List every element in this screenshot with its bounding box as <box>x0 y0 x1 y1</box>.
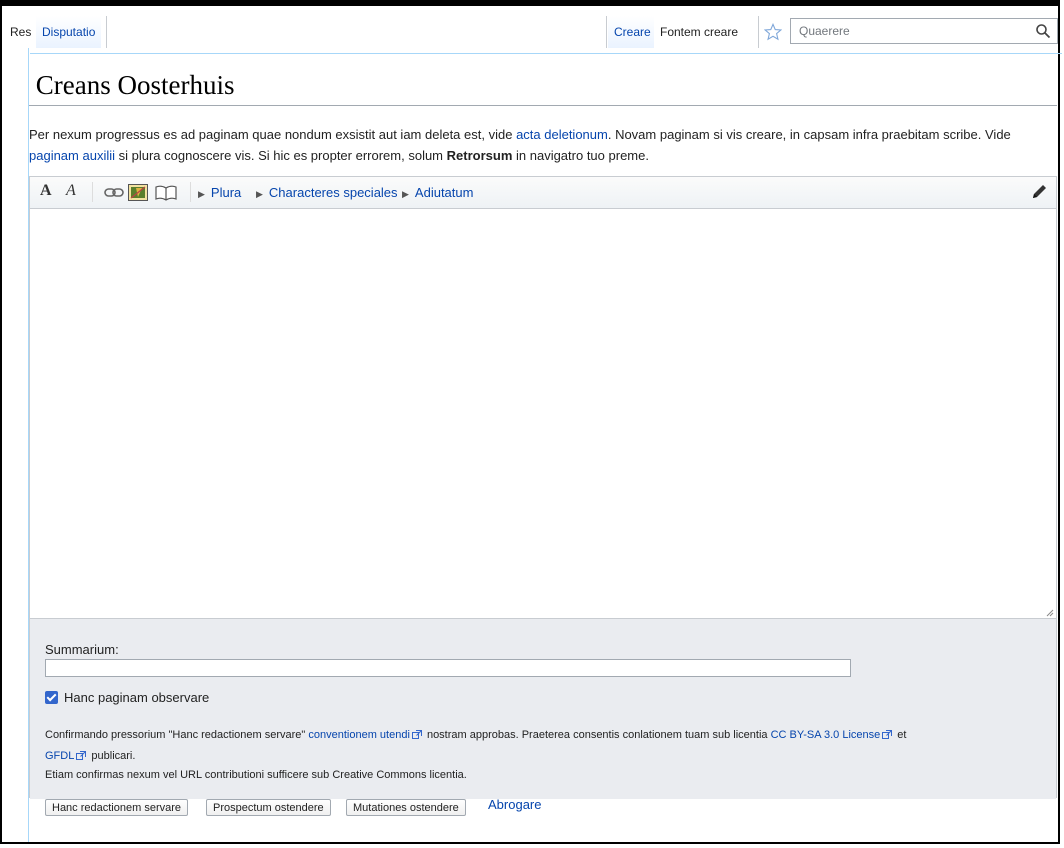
italic-button[interactable]: A <box>66 182 76 200</box>
back-keyword: Retrorsum <box>446 148 513 163</box>
summary-label: Summarium: <box>45 642 119 657</box>
tab-divider <box>606 16 607 48</box>
link-icon[interactable] <box>104 187 124 199</box>
page-tabs: Res Disputatio Creare Fontem creare Quae… <box>4 6 1062 54</box>
toolbar-divider <box>92 182 93 202</box>
show-changes-button[interactable]: Mutationes ostendere <box>346 799 466 816</box>
menu-help[interactable]: ▶ Adiutatum <box>402 185 473 200</box>
edit-form: A A ▶ Plura ▶ Characteres speciales ▶ Adiut… <box>29 176 1057 816</box>
tab-divider <box>106 16 107 48</box>
watch-checkbox[interactable] <box>45 691 58 704</box>
cancel-link[interactable]: Abrogare <box>488 797 541 812</box>
deletion-log-link[interactable]: acta deletionum <box>516 127 608 142</box>
menu-more-label: Plura <box>210 185 242 200</box>
license-text: publicari. <box>88 750 136 762</box>
intro-part: Per nexum progressus es ad paginam quae … <box>29 127 517 142</box>
cc-attribution-notice: Etiam confirmas nexum vel URL contributi… <box>45 769 467 781</box>
intro-part: . Novam paginam si vis creare, in capsam… <box>607 127 1011 142</box>
summary-input[interactable] <box>45 659 851 677</box>
tab-divider <box>758 16 759 48</box>
content-area: Creans Oosterhuis Per nexum progressus e… <box>28 48 1058 842</box>
terms-of-use-link[interactable]: conventionem utendi <box>308 729 410 741</box>
tab-talk[interactable]: Disputatio <box>36 16 102 48</box>
watch-checkbox-label[interactable]: Hanc paginam observare <box>64 690 209 705</box>
menu-help-label: Adiutatum <box>414 185 474 200</box>
menu-special-label: Characteres speciales <box>268 185 398 200</box>
license-text: et <box>894 729 907 741</box>
help-page-link[interactable]: paginam auxilii <box>29 148 115 163</box>
menu-more[interactable]: ▶ Plura <box>198 185 241 200</box>
external-link-icon <box>411 730 422 739</box>
save-button[interactable]: Hanc redactionem servare <box>45 799 189 816</box>
triangle-right-icon: ▶ <box>198 189 205 199</box>
watch-star-icon[interactable] <box>764 23 782 41</box>
wikitext-textarea[interactable] <box>30 209 1056 619</box>
triangle-right-icon: ▶ <box>402 189 409 199</box>
external-link-icon <box>76 751 87 760</box>
toolbar-divider <box>190 182 191 202</box>
page-title: Creans Oosterhuis <box>29 70 1057 106</box>
tab-create-source[interactable]: Fontem creare <box>654 16 745 48</box>
intro-part: in navigatro tuo preme. <box>512 148 649 163</box>
edit-options: Summarium: Hanc paginam observare Confir… <box>30 618 1056 816</box>
external-link-icon <box>882 730 893 739</box>
search-box[interactable]: Quaerere <box>790 18 1058 44</box>
triangle-right-icon: ▶ <box>256 189 263 199</box>
menu-special-characters[interactable]: ▶ Characteres speciales <box>256 185 398 200</box>
bold-button[interactable]: A <box>40 182 52 200</box>
preview-button[interactable]: Prospectum ostendere <box>206 799 331 816</box>
reference-book-icon[interactable] <box>155 184 177 201</box>
embedded-file-icon[interactable] <box>128 184 148 201</box>
license-text: nostram approbas. Praeterea consentis co… <box>423 729 771 741</box>
resize-handle-icon[interactable] <box>1046 609 1054 617</box>
license-notice: Confirmando pressorium "Hanc redactionem… <box>45 725 1045 767</box>
pencil-icon[interactable] <box>1030 183 1048 201</box>
tab-create[interactable]: Creare <box>608 16 657 48</box>
cc-license-link[interactable]: CC BY-SA 3.0 License <box>771 729 881 741</box>
gfdl-link[interactable]: GFDL <box>45 750 74 762</box>
search-icon[interactable] <box>1035 23 1051 39</box>
editor-toolbar: A A ▶ Plura ▶ Characteres speciales ▶ Adiut… <box>30 177 1056 209</box>
tab-page[interactable]: Res <box>4 16 38 48</box>
intro-part: si plura cognoscere vis. Si hic es propt… <box>115 148 447 163</box>
search-input[interactable]: Quaerere <box>799 24 850 38</box>
intro-text: Per nexum progressus es ad paginam quae … <box>29 124 1049 166</box>
license-text: Confirmando pressorium "Hanc redactionem… <box>45 729 309 741</box>
